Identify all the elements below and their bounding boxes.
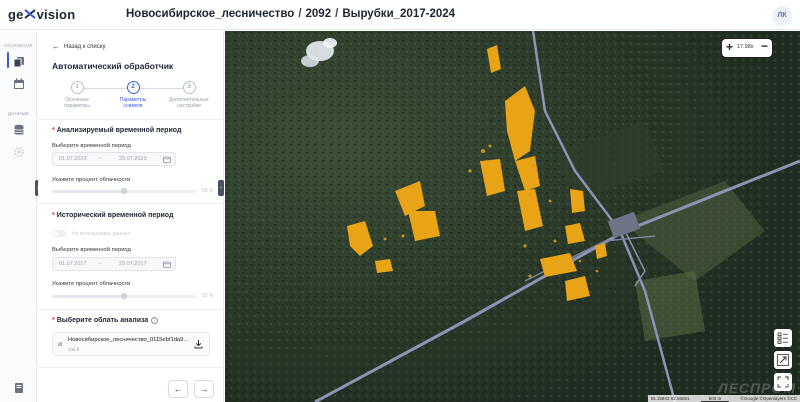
settings-icon[interactable] — [12, 145, 26, 159]
step-2[interactable]: 2 Параметры снимков — [108, 81, 158, 109]
analyzed-period-label: Выберите временной период — [52, 143, 131, 149]
file-name: Новосибирское_лесничество_0115ebf1da9... — [68, 337, 189, 343]
required-marker: * — [52, 212, 55, 219]
avatar[interactable]: ЛК — [772, 6, 792, 26]
breadcrumb-item-project[interactable]: Вырубки_2017-2024 — [342, 8, 455, 20]
fit-extent-button[interactable] — [774, 351, 792, 369]
layers-icon[interactable] — [12, 55, 26, 69]
historical-cloud-slider[interactable] — [52, 293, 196, 299]
step-3[interactable]: 3 Дополнительные настройки — [164, 81, 214, 109]
logo-text-right: vision — [36, 7, 76, 22]
analysis-area-title: * Выберите облать анализа i — [52, 317, 159, 324]
rail-active-indicator — [7, 52, 9, 68]
rail-section-main: ОСНОВНОЕ — [4, 43, 33, 48]
logo[interactable]: ge vision — [8, 7, 75, 22]
divider — [38, 119, 224, 120]
divider — [38, 309, 224, 310]
zoom-level: 17.98х — [737, 44, 754, 50]
no-data-toggle-label: Не использовать данные — [72, 231, 131, 237]
date-separator-icon: → — [97, 260, 103, 266]
divider — [38, 203, 224, 204]
date-from: 01.07.2017 — [59, 261, 87, 267]
no-data-toggle[interactable] — [52, 230, 66, 237]
back-link-label: Назад к списку — [64, 44, 106, 50]
analyzed-date-range[interactable]: 01.07.2023 → 29.07.2023 — [52, 152, 176, 166]
download-icon[interactable] — [194, 339, 203, 349]
top-bar: ge vision Новосибирское_лесничество/2092/… — [0, 0, 800, 30]
map-credits: ©Google ©Openlayers ©CC — [740, 396, 797, 401]
satellite-imagery — [225, 31, 800, 402]
step-label: параметры — [64, 103, 90, 109]
watermark: ЛЕСПРОМ — [717, 380, 796, 396]
slider-handle[interactable] — [121, 293, 127, 299]
page-title: Автоматический обработчик — [52, 61, 174, 71]
step-1[interactable]: 1 Основные параметры — [52, 81, 102, 109]
breadcrumb-separator: / — [335, 8, 339, 20]
zoom-in-button[interactable]: + — [726, 40, 733, 54]
processor-panel: ← Назад к списку Автоматический обработчи… — [38, 31, 224, 402]
date-to: 29.07.2017 — [119, 261, 147, 267]
step-label: снимков — [123, 103, 143, 109]
required-marker: * — [52, 317, 55, 324]
stepper: 1 Основные параметры 2 Параметры снимков 3… — [52, 81, 212, 115]
paperclip-icon: ⌀ — [58, 341, 63, 348]
zoom-out-button[interactable]: − — [761, 39, 768, 53]
arrow-right-icon: → — [199, 384, 209, 394]
database-icon[interactable] — [12, 123, 26, 137]
prev-step-button[interactable]: ← — [168, 380, 188, 398]
legend-button[interactable] — [774, 329, 792, 347]
breadcrumb-item-id[interactable]: 2092 — [306, 8, 332, 20]
date-separator-icon: → — [97, 155, 103, 161]
slider-fill — [52, 190, 124, 193]
breadcrumb: Новосибирское_лесничество/2092/Вырубки_2… — [126, 8, 455, 20]
next-step-button[interactable]: → — [194, 380, 214, 398]
analysis-area-title-text: Выберите облать анализа — [56, 317, 149, 324]
back-link[interactable]: ← Назад к списку — [52, 41, 106, 51]
logo-text-left: ge — [8, 7, 24, 22]
step-number: 2 — [126, 81, 140, 94]
slider-handle[interactable] — [121, 188, 127, 194]
slider-fill — [52, 295, 124, 298]
calendar-icon — [163, 156, 171, 163]
arrow-left-icon: ← — [52, 42, 60, 51]
rail-section-data: ДАННЫЕ — [7, 111, 30, 116]
panel-collapse-handle[interactable]: ‹ — [218, 180, 224, 196]
analyzed-period-title-text: Анализируемый временной период — [56, 127, 182, 134]
logo-mark-icon — [24, 9, 36, 19]
calendar-icon[interactable] — [12, 77, 26, 91]
date-to: 29.07.2023 — [119, 156, 147, 162]
step-label: настройки — [177, 103, 201, 109]
analyzed-cloud-label: Укажите процент облачности — [52, 177, 131, 183]
info-icon[interactable]: i — [151, 317, 159, 324]
left-rail: ОСНОВНОЕ ДАННЫЕ — [0, 31, 37, 402]
analyzed-cloud-value: 50 % — [202, 188, 214, 194]
scale-bar: 500 m — [700, 396, 730, 402]
zoom-control: + 17.98х − — [722, 39, 772, 57]
step-number: 3 — [182, 81, 196, 94]
breadcrumb-separator: / — [298, 8, 302, 20]
arrow-left-icon: ← — [173, 384, 183, 394]
divider — [38, 367, 224, 368]
legend-icon — [777, 332, 788, 344]
area-file-card[interactable]: ⌀ Новосибирское_лесничество_0115ebf1da9.… — [52, 332, 210, 356]
map-view[interactable]: + 17.98х − ЛЕСПРОМ 55.15842 82.55591 500… — [225, 31, 800, 402]
map-attribution: 55.15842 82.55591 500 m ©Google ©Openlay… — [647, 395, 800, 402]
historical-cloud-label: Укажите процент облачности — [52, 281, 131, 287]
fit-extent-icon — [777, 354, 789, 366]
historical-cloud-value: 50 % — [202, 293, 214, 299]
required-marker: * — [52, 127, 55, 134]
book-icon[interactable] — [12, 381, 26, 395]
historical-period-title: * Исторический временной период — [52, 212, 173, 219]
cursor-coordinates: 55.15842 82.55591 — [650, 396, 690, 401]
analyzed-period-title: * Анализируемый временной период — [52, 127, 181, 134]
historical-period-title-text: Исторический временной период — [56, 212, 174, 219]
calendar-icon — [163, 261, 171, 268]
step-number: 1 — [70, 81, 84, 94]
analyzed-cloud-slider[interactable] — [52, 188, 196, 194]
date-from: 01.07.2023 — [59, 156, 87, 162]
historical-period-label: Выберите временной период — [52, 247, 131, 253]
historical-date-range[interactable]: 01.07.2017 → 29.07.2017 — [52, 257, 176, 271]
file-size: 234 б — [68, 347, 80, 352]
breadcrumb-item-forestry[interactable]: Новосибирское_лесничество — [126, 8, 294, 20]
